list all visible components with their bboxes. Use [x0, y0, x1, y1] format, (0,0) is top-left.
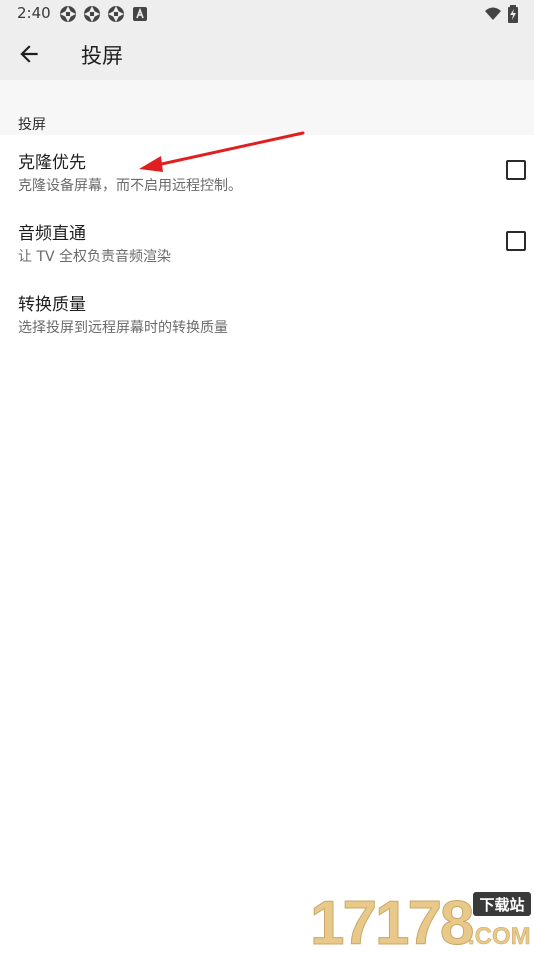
app-bar: 投屏: [0, 27, 534, 80]
aperture-icon: [84, 6, 100, 22]
battery-charging-icon: [508, 5, 518, 23]
preference-title: 音频直通: [18, 224, 86, 244]
status-time: 2:40: [17, 4, 51, 22]
annotation-arrow-icon: [139, 131, 305, 172]
wifi-icon: [485, 7, 501, 20]
preference-summary: 选择投屏到远程屏幕时的转换质量: [18, 320, 228, 336]
preference-conversion-quality[interactable]: 转换质量 选择投屏到远程屏幕时的转换质量: [0, 290, 534, 360]
audio-passthrough-checkbox[interactable]: [506, 231, 526, 251]
watermark-badge: 下载站: [479, 896, 524, 914]
watermark-number: 17178: [310, 889, 473, 950]
aperture-icon: [60, 6, 76, 22]
preference-summary: 让 TV 全权负责音频渲染: [18, 249, 172, 265]
preference-summary: 克隆设备屏幕，而不启用远程控制。: [18, 178, 242, 194]
back-arrow-icon[interactable]: [16, 41, 42, 67]
watermark-domain: .COM: [468, 923, 531, 950]
section-header: 投屏: [18, 117, 46, 133]
preference-title: 克隆优先: [18, 153, 86, 173]
preference-title: 转换质量: [18, 295, 86, 315]
watermark-logo: 17178 下载站 .COM: [308, 884, 534, 954]
aperture-icon: [108, 6, 124, 22]
clone-first-checkbox[interactable]: [506, 160, 526, 180]
preference-audio-passthrough[interactable]: 音频直通 让 TV 全权负责音频渲染: [0, 219, 534, 289]
section-header-background: [0, 80, 534, 135]
a-badge-icon: [133, 7, 147, 21]
status-bar: 2:40: [0, 0, 534, 27]
page-title: 投屏: [81, 44, 123, 68]
